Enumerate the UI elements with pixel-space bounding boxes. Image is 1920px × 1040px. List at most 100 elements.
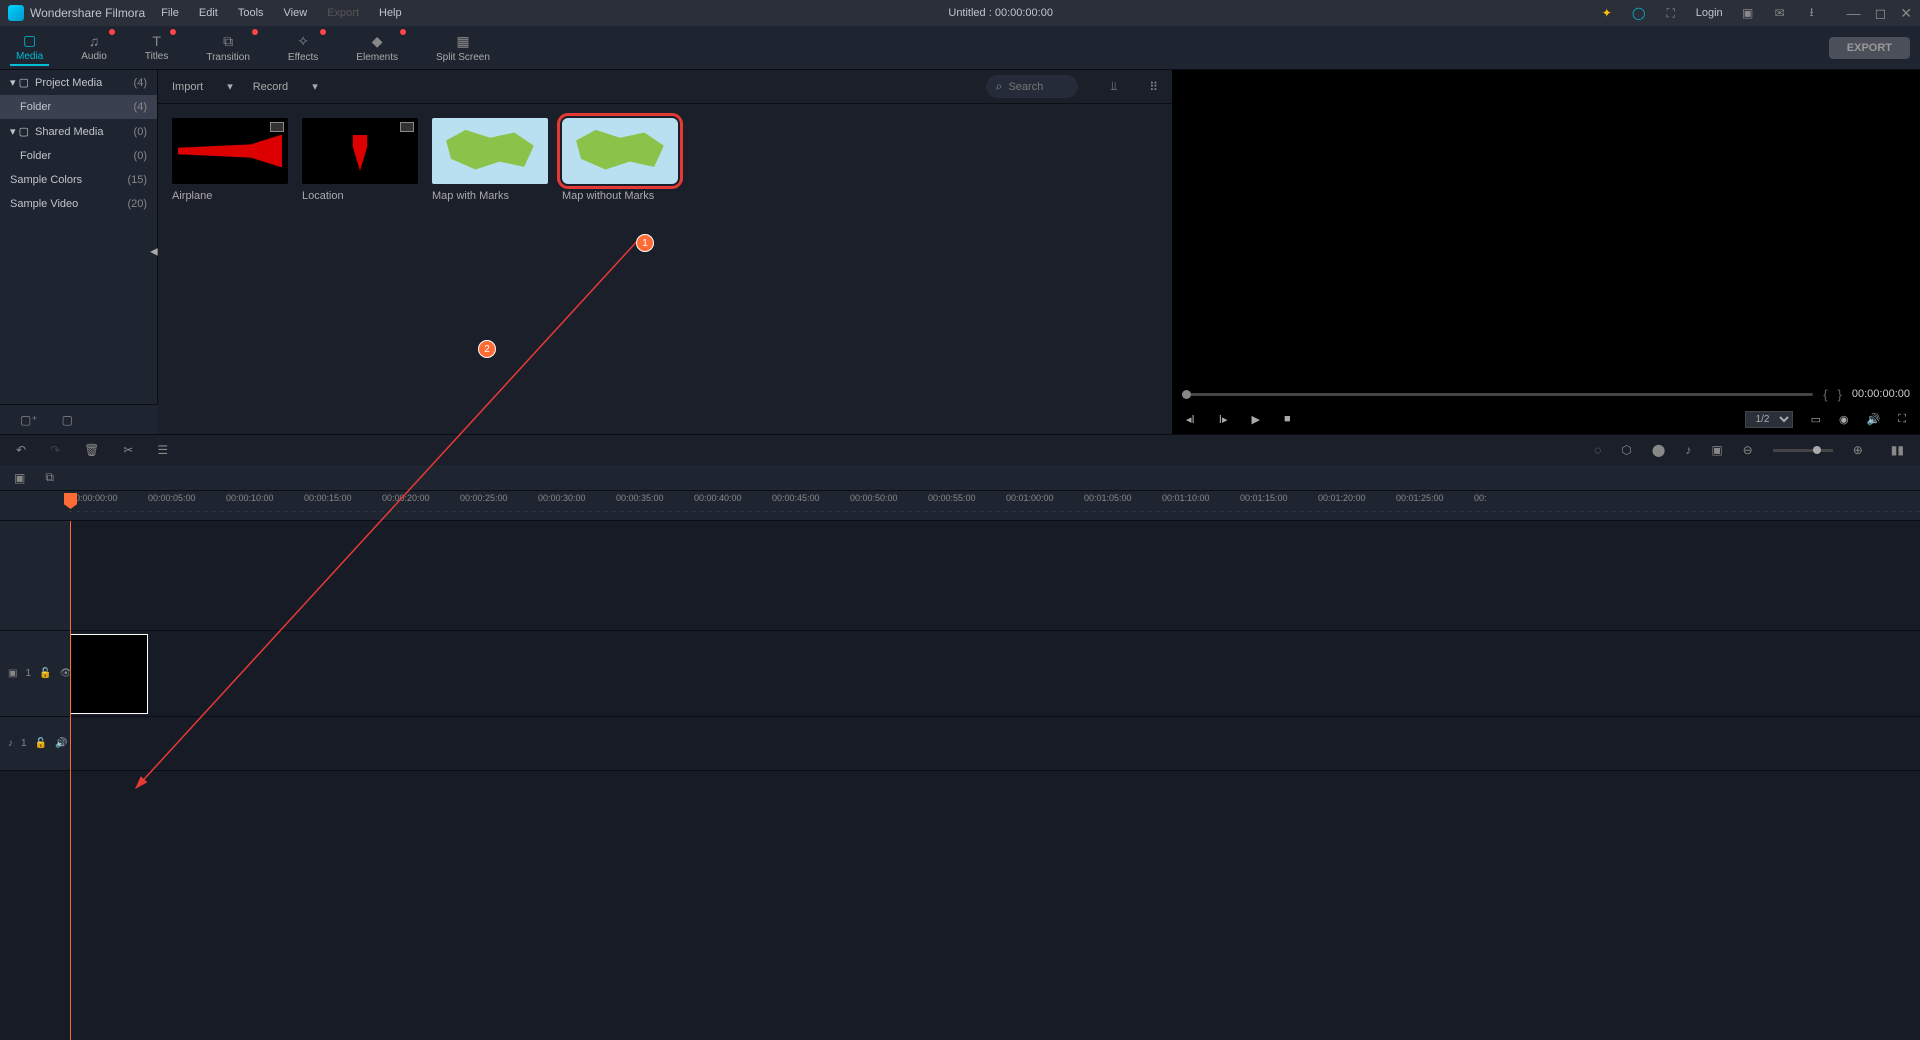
headphones-icon[interactable]: ◯ [1632, 6, 1646, 20]
sidebar-label: Folder [20, 150, 51, 162]
zoom-fit-icon[interactable]: ▮▮ [1891, 443, 1904, 457]
menu-help[interactable]: Help [379, 7, 402, 19]
import-dropdown[interactable]: Import▾ [172, 80, 233, 93]
thumbnail-label: Map with Marks [432, 190, 548, 202]
scrub-slider[interactable] [1182, 393, 1813, 396]
login-link[interactable]: Login [1696, 7, 1723, 19]
gift-icon[interactable]: ⛶ [1664, 6, 1678, 20]
new-folder-icon[interactable]: ▢⁺ [20, 413, 38, 427]
sidebar-item-shared-media[interactable]: ▾ ▢ Shared Media (0) [0, 119, 157, 144]
sidebar-count: (20) [127, 198, 147, 210]
lock-icon[interactable]: 🔓 [39, 668, 51, 679]
lock-icon[interactable]: 🔓 [35, 738, 47, 749]
preview-quality-select[interactable]: 1/2 [1745, 411, 1793, 428]
ruler-mark: 00:00:45:00 [772, 493, 820, 503]
sidebar-item-project-media[interactable]: ▾ ▢ Project Media (4) [0, 70, 157, 95]
notification-dot-icon [170, 29, 176, 35]
track-body[interactable] [70, 717, 1920, 770]
prev-frame-icon[interactable]: ◂Ⅰ [1186, 413, 1195, 426]
mute-icon[interactable]: 🔊 [55, 738, 67, 749]
export-button[interactable]: EXPORT [1829, 37, 1910, 59]
volume-icon[interactable]: 🔊 [1867, 413, 1881, 426]
marker-icon[interactable]: ⬡ [1621, 443, 1631, 457]
audio-mixer-icon[interactable]: ♪ [1685, 443, 1691, 457]
maximize-icon[interactable]: ◻ [1875, 5, 1887, 22]
search-field[interactable]: ⌕ [986, 75, 1079, 98]
menu-view[interactable]: View [284, 7, 308, 19]
track-header[interactable]: ♪1 🔓 🔊 [0, 717, 70, 770]
tab-elements[interactable]: ◆ Elements [350, 31, 404, 65]
voiceover-icon[interactable]: ⬤ [1652, 443, 1665, 457]
close-icon[interactable]: ✕ [1900, 5, 1912, 22]
menu-tools[interactable]: Tools [238, 7, 264, 19]
preview-panel: { } 00:00:00:00 ◂Ⅰ Ⅰ▸ ▶ ■ 1/2 ▭ ◉ 🔊 ⛶ [1172, 70, 1920, 434]
timeline-link-icon[interactable]: ⧉ [45, 470, 54, 485]
record-dropdown[interactable]: Record▾ [253, 80, 318, 93]
adjust-icon[interactable]: ☰ [157, 443, 168, 457]
tab-audio[interactable]: ♫ Audio [75, 31, 113, 64]
mark-in-icon[interactable]: { [1823, 387, 1827, 402]
window-title: Untitled : 00:00:00:00 [418, 7, 1584, 19]
track-body[interactable] [70, 521, 1920, 630]
mark-out-icon[interactable]: } [1838, 387, 1842, 402]
sidebar-item-sample-video[interactable]: Sample Video (20) [0, 192, 157, 216]
thumbnail-label: Airplane [172, 190, 288, 202]
cut-icon[interactable]: ✂ [123, 443, 133, 457]
ruler-mark: 00:00:40:00 [694, 493, 742, 503]
delete-icon[interactable]: 🗑 [84, 443, 99, 457]
undo-icon[interactable]: ↶ [16, 443, 26, 457]
sidebar: ▾ ▢ Project Media (4) Folder (4) ▾ ▢ Sha… [0, 70, 158, 404]
tab-media[interactable]: ▢ Media [10, 30, 49, 66]
preview-timecode: 00:00:00:00 [1852, 388, 1910, 400]
zoom-out-icon[interactable]: ⊖ [1743, 443, 1753, 457]
minimize-icon[interactable]: — [1847, 5, 1861, 22]
redo-icon[interactable]: ↷ [50, 443, 60, 457]
media-item-airplane[interactable]: Airplane [172, 118, 288, 202]
play-icon[interactable]: ▶ [1252, 413, 1260, 426]
sidebar-item-folder2[interactable]: Folder (0) [0, 144, 157, 168]
clip-drop-target[interactable] [70, 634, 148, 714]
preview-canvas[interactable] [1172, 70, 1920, 384]
tab-split-screen[interactable]: ▦ Split Screen [430, 31, 496, 65]
sidebar-item-folder[interactable]: Folder (4) [0, 95, 157, 119]
menu-export[interactable]: Export [327, 7, 359, 19]
filter-icon[interactable]: ⫫ [1110, 79, 1117, 94]
timeline-match-icon[interactable]: ▣ [14, 471, 25, 485]
tab-effects[interactable]: ✧ Effects [282, 31, 324, 65]
display-icon[interactable]: ▭ [1811, 413, 1821, 426]
menu-edit[interactable]: Edit [199, 7, 218, 19]
media-item-location[interactable]: Location [302, 118, 418, 202]
zoom-in-icon[interactable]: ⊕ [1853, 443, 1863, 457]
download-icon[interactable]: ⭳ [1805, 6, 1819, 20]
thumbnail-image [432, 118, 548, 184]
folder-icon[interactable]: ▢ [62, 413, 73, 427]
search-input[interactable] [1008, 81, 1068, 93]
render-icon[interactable]: ◌ [1594, 443, 1601, 457]
collapse-sidebar-icon[interactable]: ◀ [150, 247, 158, 258]
tab-audio-label: Audio [81, 51, 107, 62]
tab-titles[interactable]: T Titles [139, 31, 175, 64]
grid-view-icon[interactable]: ⠿ [1149, 80, 1158, 94]
effects-icon: ✧ [297, 33, 309, 50]
sidebar-count: (15) [127, 174, 147, 186]
mail-icon[interactable]: ✉ [1773, 6, 1787, 20]
track-header[interactable]: ▣1 🔓 👁 [0, 631, 70, 716]
tab-transition[interactable]: ⧉ Transition [200, 31, 256, 65]
stop-icon[interactable]: ■ [1284, 413, 1291, 425]
zoom-slider[interactable] [1773, 449, 1833, 452]
track-body[interactable] [70, 631, 1920, 716]
fullscreen-icon[interactable]: ⛶ [1898, 413, 1906, 426]
media-item-map-marks[interactable]: Map with Marks [432, 118, 548, 202]
crop-icon[interactable]: ▣ [1711, 443, 1722, 457]
media-item-map-nomarks[interactable]: Map without Marks [562, 118, 678, 202]
next-frame-icon[interactable]: Ⅰ▸ [1219, 413, 1228, 426]
sidebar-item-sample-colors[interactable]: Sample Colors (15) [0, 168, 157, 192]
notification-dot-icon [252, 29, 258, 35]
lightbulb-icon[interactable]: ✦ [1600, 6, 1614, 20]
menu-file[interactable]: File [161, 7, 179, 19]
timeline-ruler[interactable]: 00:00:00:0000:00:05:0000:00:10:0000:00:1… [0, 491, 1920, 521]
snapshot-icon[interactable]: ◉ [1839, 413, 1849, 426]
save-icon[interactable]: ▣ [1741, 6, 1755, 20]
thumbnail-image [562, 118, 678, 184]
playhead[interactable] [70, 521, 71, 1040]
